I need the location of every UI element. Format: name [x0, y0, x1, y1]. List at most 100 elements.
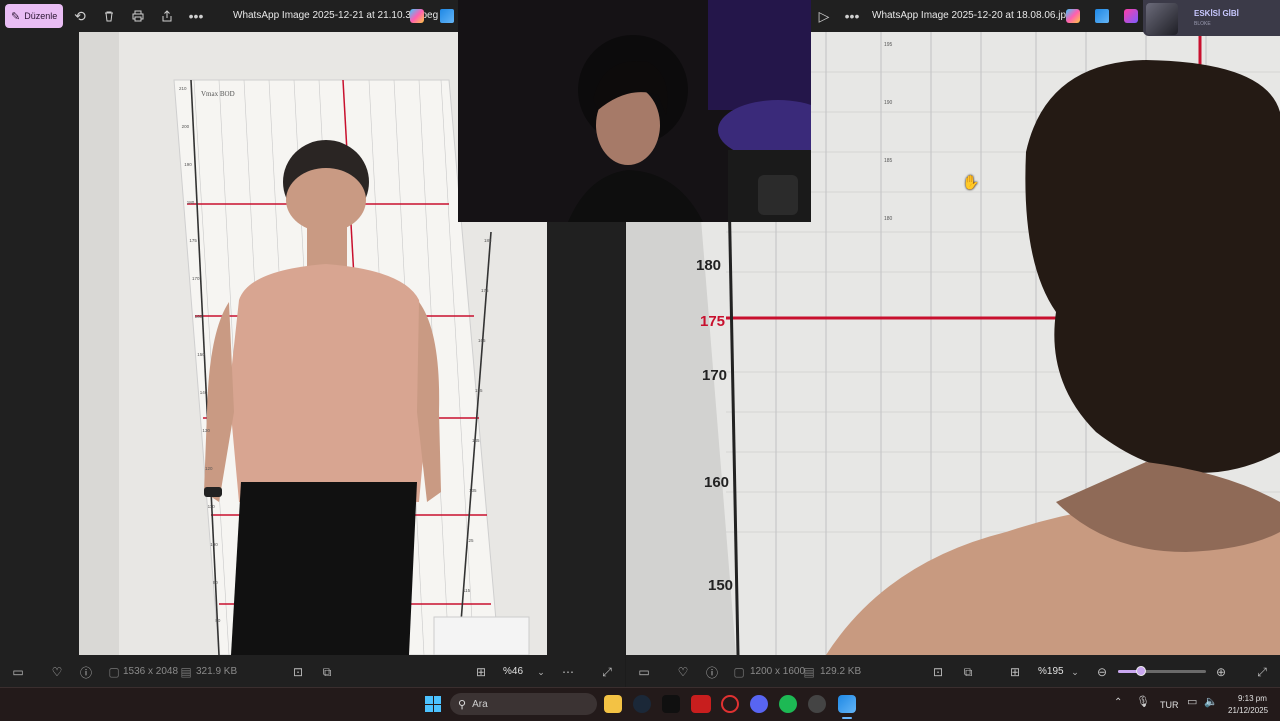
edit-label: Düzenle	[24, 11, 58, 21]
chart-tick-left: 200	[182, 124, 190, 129]
profile-avatar	[1146, 3, 1178, 35]
chart-brand: Vmax BOD	[201, 90, 235, 98]
zoom-out-icon[interactable]: ⊖	[1095, 665, 1109, 679]
copilot-icon[interactable]	[410, 9, 424, 23]
edit-icon: ✎	[11, 10, 21, 23]
right-file-size: 129.2 KB	[820, 666, 862, 677]
right-ocr-icon[interactable]: ⧉	[961, 665, 975, 679]
zoom-dropdown-icon[interactable]: ⌄	[534, 665, 548, 679]
chart-tick-right: 155	[475, 388, 483, 393]
filmstrip-icon[interactable]: ▭	[11, 665, 25, 679]
chart-tick-left: 160	[195, 314, 203, 319]
chart-tick-left: 150	[197, 352, 205, 357]
chart-tick-left: 190	[184, 162, 192, 167]
edit-button[interactable]: ✎ Düzenle	[5, 4, 63, 28]
editor-app-icon[interactable]	[440, 9, 454, 23]
right-favorite-icon[interactable]: ♡	[676, 665, 690, 679]
fullscreen-icon[interactable]: ⤢	[600, 665, 614, 679]
visual-search-icon[interactable]: ⊡	[291, 665, 305, 679]
zoom-slider-thumb[interactable]	[1136, 666, 1146, 676]
file-explorer-icon[interactable]	[604, 695, 622, 713]
profile-sub: BLOKE	[1194, 21, 1211, 27]
right-more-icon[interactable]: •••	[842, 8, 862, 24]
chart-tick-left: 90	[213, 580, 219, 585]
microphone-icon[interactable]: 🎙	[1136, 697, 1150, 708]
right-fit-screen-icon[interactable]: ⊞	[1008, 665, 1022, 679]
fit-screen-icon[interactable]: ⊞	[474, 665, 488, 679]
language-indicator[interactable]: TUR	[1160, 700, 1179, 710]
rotate-icon[interactable]: ⟲	[70, 8, 90, 24]
right-dimensions-icon: ▢	[733, 665, 745, 679]
clock-date[interactable]: 21/12/2025	[1228, 706, 1268, 715]
photos-app-icon[interactable]	[838, 695, 856, 713]
right-small-tick: 185	[884, 158, 893, 164]
chart-tick-right: 145	[472, 438, 480, 443]
chart-tick-left: 110	[208, 504, 216, 509]
right-small-tick: 190	[884, 100, 893, 106]
tray-overflow-icon[interactable]: ⌃	[1114, 698, 1122, 708]
chart-tick-left: 100	[210, 542, 218, 547]
right-editor-app-icon[interactable]	[1095, 9, 1109, 23]
zoom-in-icon[interactable]: ⊕	[1214, 665, 1228, 679]
chart-tick-right: 125	[466, 538, 474, 543]
profile-overlay: ESKİSİ GİBİ BLOKE	[1143, 0, 1280, 36]
left-zoom-level[interactable]: %46	[503, 666, 523, 677]
network-icon[interactable]: ▭	[1187, 697, 1197, 708]
dimensions-icon: ▢	[108, 665, 120, 679]
right-small-tick: 180	[884, 216, 893, 222]
tick-175: 175	[700, 313, 725, 330]
info-icon[interactable]: ⓘ	[79, 665, 93, 680]
steam-icon[interactable]	[633, 695, 651, 713]
right-zoom-level[interactable]: %195	[1038, 666, 1064, 677]
opera-icon[interactable]	[721, 695, 739, 713]
video-app-icon[interactable]	[691, 695, 711, 713]
left-dimensions: 1536 x 2048	[123, 666, 179, 677]
chart-tick-right: 185	[484, 238, 492, 243]
zoom-slider[interactable]	[1118, 666, 1206, 676]
chart-tick-left: 80	[215, 618, 221, 623]
taskbar-search[interactable]: ⚲ Ara	[450, 693, 597, 715]
taskbar: ⚲ Ara ⌃ 🎙 TUR ▭ 🔈 9:13 pm 21/12/2025	[0, 687, 1280, 721]
chart-tick-right: 135	[469, 488, 477, 493]
tick-180: 180	[696, 257, 721, 274]
right-filesize-icon: ▤	[803, 665, 815, 679]
print-icon[interactable]	[128, 8, 148, 24]
hand-cursor-icon: ✋	[962, 174, 980, 190]
right-small-tick: 195	[884, 42, 893, 48]
right-info-icon[interactable]: ⓘ	[705, 665, 719, 680]
chart-tick-left: 140	[200, 390, 208, 395]
chart-tick-right: 165	[478, 338, 486, 343]
chart-tick-left: 210	[179, 86, 187, 91]
volume-icon[interactable]: 🔈	[1204, 697, 1218, 708]
share-icon[interactable]	[157, 8, 177, 24]
chart-tick-left: 130	[202, 428, 210, 433]
terminal-app-icon[interactable]	[662, 695, 680, 713]
right-fullscreen-icon[interactable]: ⤢	[1255, 665, 1269, 679]
webcam-overlay	[458, 0, 811, 222]
designer-icon[interactable]	[1124, 9, 1138, 23]
spotify-icon[interactable]	[779, 695, 797, 713]
status-more-icon[interactable]: ⋯	[561, 665, 575, 679]
left-statusbar: ▭ ♡ ⓘ ▢ 1536 x 2048 ▤ 321.9 KB ⊡ ⧉ ⊞ %46…	[0, 656, 625, 687]
right-dimensions: 1200 x 1600	[750, 666, 806, 677]
more-icon[interactable]: •••	[186, 8, 206, 24]
discord-icon[interactable]	[750, 695, 768, 713]
right-zoom-dropdown-icon[interactable]: ⌄	[1068, 665, 1082, 679]
search-icon: ⚲	[458, 698, 467, 711]
search-placeholder: Ara	[472, 698, 488, 710]
right-visual-search-icon[interactable]: ⊡	[931, 665, 945, 679]
right-filmstrip-icon[interactable]: ▭	[637, 665, 651, 679]
delete-icon[interactable]	[99, 8, 119, 24]
slideshow-icon[interactable]: ▷	[814, 8, 834, 24]
chart-tick-left: 175	[189, 238, 197, 243]
right-copilot-icon[interactable]	[1066, 9, 1080, 23]
chart-tick-right: 175	[481, 288, 489, 293]
profile-name: ESKİSİ GİBİ	[1194, 9, 1239, 18]
clock-time[interactable]: 9:13 pm	[1238, 694, 1267, 703]
ocr-icon[interactable]: ⧉	[320, 665, 334, 679]
tick-150: 150	[708, 577, 733, 594]
start-button[interactable]	[425, 696, 441, 712]
webcam-feed	[458, 0, 811, 222]
app-icon[interactable]	[808, 695, 826, 713]
favorite-icon[interactable]: ♡	[50, 665, 64, 679]
